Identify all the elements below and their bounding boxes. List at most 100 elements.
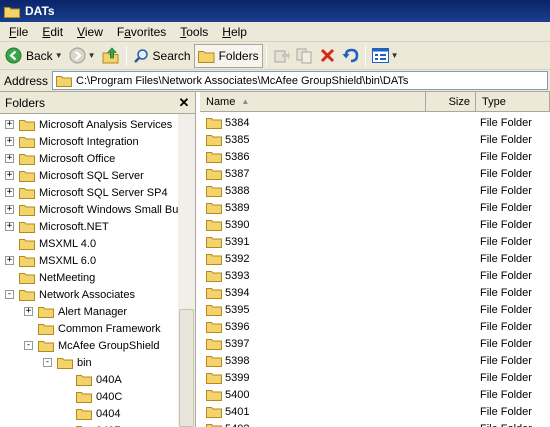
expand-icon[interactable]: + bbox=[5, 137, 14, 146]
tree-item[interactable]: 0404 bbox=[62, 405, 120, 422]
expand-icon[interactable]: + bbox=[5, 171, 14, 180]
menu-item[interactable]: Help bbox=[215, 22, 254, 42]
tree-item[interactable]: - bin bbox=[43, 354, 92, 371]
file-list: Name ▲ Size Type 5384 File Folder 5385 File… bbox=[200, 92, 550, 427]
views-button[interactable]: ▼ bbox=[369, 44, 402, 68]
folders-scrollbar[interactable] bbox=[178, 114, 195, 427]
folder-icon bbox=[206, 152, 222, 163]
up-folder-button[interactable] bbox=[99, 44, 123, 68]
expand-icon[interactable]: + bbox=[24, 307, 33, 316]
menu-item[interactable]: Edit bbox=[35, 22, 70, 42]
column-header-type[interactable]: Type bbox=[476, 92, 550, 112]
back-dropdown-icon[interactable]: ▼ bbox=[55, 51, 63, 60]
file-row[interactable]: 5400 File Folder bbox=[200, 386, 550, 403]
views-dropdown-icon[interactable]: ▼ bbox=[391, 51, 399, 60]
delete-button[interactable] bbox=[316, 44, 339, 68]
folder-icon bbox=[19, 273, 35, 284]
copy-to-button[interactable] bbox=[293, 44, 316, 68]
folder-icon bbox=[19, 290, 35, 301]
file-row[interactable]: 5399 File Folder bbox=[200, 369, 550, 386]
folder-icon bbox=[76, 375, 92, 386]
tree-item-label: bin bbox=[77, 356, 92, 369]
back-button[interactable]: Back ▼ bbox=[2, 44, 66, 68]
address-input[interactable]: C:\Program Files\Network Associates\McAf… bbox=[52, 71, 548, 90]
file-row[interactable]: 5398 File Folder bbox=[200, 352, 550, 369]
file-row[interactable]: 5392 File Folder bbox=[200, 250, 550, 267]
file-row[interactable]: 5391 File Folder bbox=[200, 233, 550, 250]
menu-item[interactable]: Tools bbox=[173, 22, 215, 42]
tree-item-label: 040C bbox=[96, 390, 123, 403]
file-row[interactable]: 5388 File Folder bbox=[200, 182, 550, 199]
undo-button[interactable] bbox=[339, 44, 362, 68]
file-type: File Folder bbox=[480, 235, 532, 248]
file-name: 5384 bbox=[225, 116, 250, 129]
tree-item-label: Microsoft Windows Small Busi bbox=[39, 203, 178, 216]
tree-item[interactable]: + MSXML 6.0 bbox=[5, 252, 96, 269]
menu-item[interactable]: View bbox=[70, 22, 110, 42]
menu-item[interactable]: Favorites bbox=[110, 22, 173, 42]
file-name-cell: 5397 bbox=[206, 337, 249, 350]
folders-button[interactable]: Folders bbox=[193, 43, 263, 68]
tree-item[interactable]: Common Framework bbox=[24, 320, 161, 337]
tree-item[interactable]: + Microsoft SQL Server SP4 bbox=[5, 184, 168, 201]
expand-icon[interactable]: + bbox=[5, 188, 14, 197]
collapse-icon[interactable]: - bbox=[5, 290, 14, 299]
column-header-size[interactable]: Size bbox=[426, 92, 476, 112]
menu-item[interactable]: File bbox=[2, 22, 35, 42]
column-header-name[interactable]: Name ▲ bbox=[200, 92, 426, 112]
tree-item[interactable]: + Microsoft Windows Small Busi bbox=[5, 201, 178, 218]
expand-icon[interactable]: + bbox=[5, 154, 14, 163]
tree-item[interactable]: 040C bbox=[62, 388, 122, 405]
file-row[interactable]: 5401 File Folder bbox=[200, 403, 550, 420]
file-row[interactable]: 5389 File Folder bbox=[200, 199, 550, 216]
forward-dropdown-icon[interactable]: ▼ bbox=[88, 51, 96, 60]
file-type: File Folder bbox=[480, 116, 532, 129]
folder-icon bbox=[19, 188, 35, 199]
tree-item[interactable]: + Microsoft Office bbox=[5, 150, 115, 167]
scrollbar-thumb[interactable] bbox=[179, 309, 194, 427]
tree-item[interactable]: NetMeeting bbox=[5, 269, 95, 286]
move-to-button[interactable] bbox=[270, 44, 293, 68]
move-to-icon bbox=[274, 50, 290, 63]
file-row[interactable]: 5397 File Folder bbox=[200, 335, 550, 352]
file-row[interactable]: 5385 File Folder bbox=[200, 131, 550, 148]
file-row[interactable]: 5394 File Folder bbox=[200, 284, 550, 301]
file-row[interactable]: 5395 File Folder bbox=[200, 301, 550, 318]
file-row[interactable]: 5386 File Folder bbox=[200, 148, 550, 165]
tree-item-label: Network Associates bbox=[39, 288, 135, 301]
tree-item[interactable]: MSXML 4.0 bbox=[5, 235, 96, 252]
tree-item-label: 040A bbox=[96, 373, 122, 386]
file-type: File Folder bbox=[480, 218, 532, 231]
file-row[interactable]: 5387 File Folder bbox=[200, 165, 550, 182]
search-button[interactable]: Search bbox=[130, 44, 194, 68]
folder-icon bbox=[19, 154, 35, 165]
expand-icon[interactable]: + bbox=[5, 205, 14, 214]
folder-icon bbox=[206, 220, 222, 231]
tree-item[interactable]: + Microsoft Analysis Services bbox=[5, 116, 172, 133]
expand-icon[interactable]: + bbox=[5, 222, 14, 231]
folder-icon bbox=[57, 358, 73, 369]
file-row[interactable]: 5384 File Folder bbox=[200, 114, 550, 131]
tree-item[interactable]: + Microsoft Integration bbox=[5, 133, 139, 150]
tree-item[interactable]: 040A bbox=[62, 371, 122, 388]
file-row[interactable]: 5393 File Folder bbox=[200, 267, 550, 284]
tree-item[interactable]: - Network Associates bbox=[5, 286, 135, 303]
file-row[interactable]: 5390 File Folder bbox=[200, 216, 550, 233]
folders-pane-header: Folders ✕ bbox=[0, 92, 195, 114]
file-row[interactable]: 5402 File Folder bbox=[200, 420, 550, 427]
back-arrow-icon bbox=[5, 47, 22, 64]
tree-item[interactable]: + Alert Manager bbox=[24, 303, 127, 320]
file-row[interactable]: 5396 File Folder bbox=[200, 318, 550, 335]
expand-icon[interactable]: + bbox=[5, 256, 14, 265]
file-name-cell: 5394 bbox=[206, 286, 249, 299]
tree-item[interactable]: 0407 bbox=[62, 422, 120, 427]
forward-button[interactable]: ▼ bbox=[66, 44, 99, 68]
close-icon[interactable]: ✕ bbox=[177, 95, 191, 111]
tree-item[interactable]: + Microsoft SQL Server bbox=[5, 167, 144, 184]
tree-item[interactable]: + Microsoft.NET bbox=[5, 218, 109, 235]
collapse-icon[interactable]: - bbox=[43, 358, 52, 367]
expand-icon[interactable]: + bbox=[5, 120, 14, 129]
window-title: DATs bbox=[25, 4, 55, 18]
collapse-icon[interactable]: - bbox=[24, 341, 33, 350]
tree-item[interactable]: - McAfee GroupShield bbox=[24, 337, 160, 354]
